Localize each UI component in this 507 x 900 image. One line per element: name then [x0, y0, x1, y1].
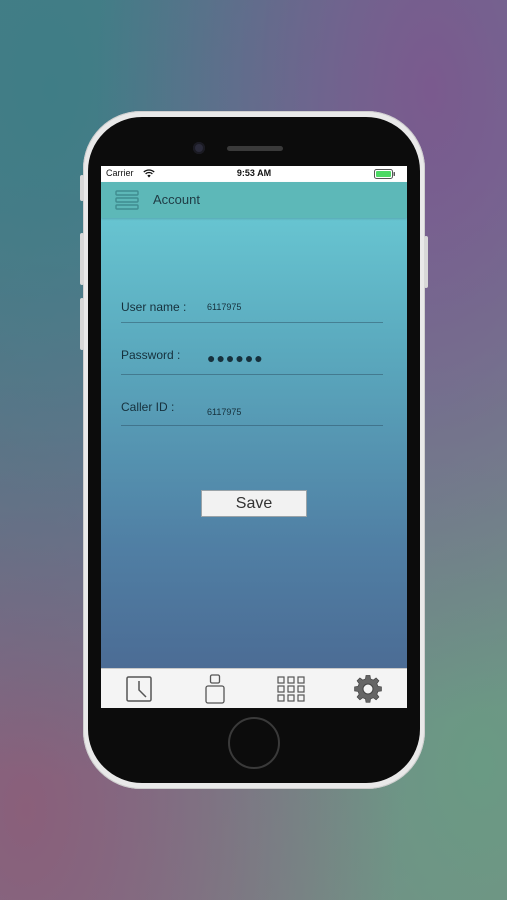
gear-icon: [354, 675, 382, 703]
keypad-icon: [277, 676, 305, 702]
battery-icon: [374, 169, 395, 179]
password-input[interactable]: [207, 349, 377, 367]
username-label: User name :: [121, 300, 187, 314]
username-row: User name :: [121, 294, 383, 323]
username-input[interactable]: [207, 298, 377, 316]
power-button: [424, 236, 428, 288]
earpiece-speaker: [227, 146, 283, 151]
volume-up-button: [80, 233, 84, 285]
page-title: Account: [153, 192, 200, 207]
tab-contacts[interactable]: [177, 669, 253, 708]
navigation-bar: Account: [101, 182, 407, 218]
status-bar: Carrier 9:53 AM: [101, 166, 407, 182]
password-label: Password :: [121, 348, 181, 362]
tab-keypad[interactable]: [253, 669, 329, 708]
caller-id-input[interactable]: [207, 403, 377, 421]
tab-recents[interactable]: [101, 669, 177, 708]
volume-down-button: [80, 298, 84, 350]
clock-icon: [126, 676, 152, 702]
front-camera: [193, 142, 205, 154]
save-button[interactable]: Save: [201, 490, 307, 517]
tab-settings[interactable]: [330, 669, 406, 708]
hamburger-menu-icon[interactable]: [115, 189, 139, 211]
app-screen: Carrier 9:53 AM Account User name : Pass…: [101, 166, 407, 708]
status-time: 9:53 AM: [236, 168, 272, 178]
caller-id-row: Caller ID :: [121, 397, 383, 426]
mute-switch: [80, 175, 84, 201]
contact-icon: [205, 674, 225, 704]
password-row: Password :: [121, 346, 383, 375]
caller-id-label: Caller ID :: [121, 400, 175, 414]
home-button[interactable]: [228, 717, 280, 769]
tab-bar: [101, 668, 407, 708]
